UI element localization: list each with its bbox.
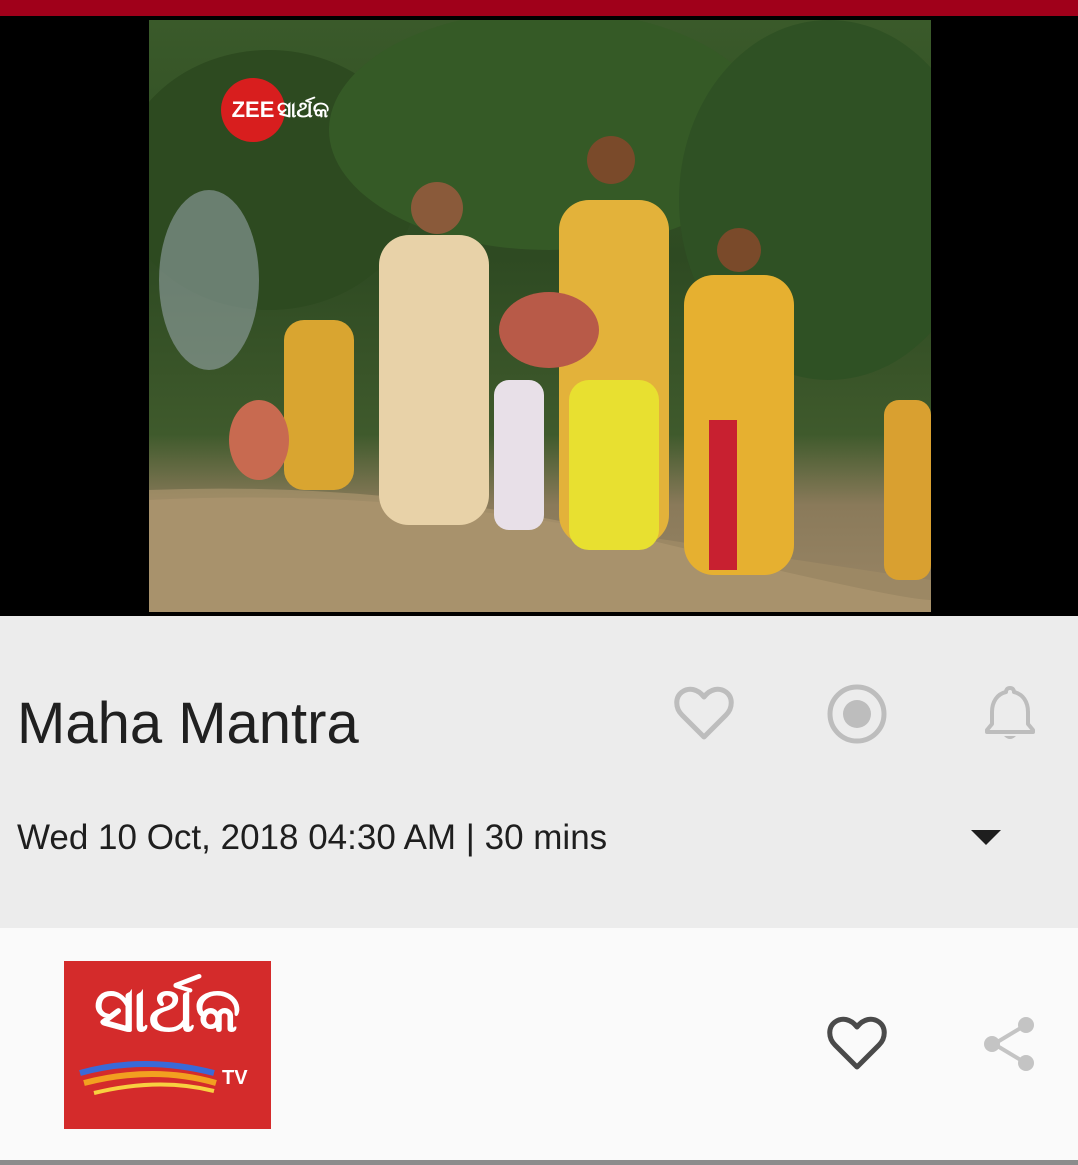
share-icon (984, 1017, 1034, 1071)
status-bar (0, 0, 1078, 16)
program-title: Maha Mantra (17, 691, 359, 756)
caret-down-icon (971, 830, 1001, 845)
program-info-panel (0, 616, 1078, 928)
logo-wave-icon (79, 1061, 217, 1095)
reminder-button[interactable] (978, 682, 1042, 746)
favorite-channel-button[interactable] (825, 1012, 889, 1076)
video-frame[interactable]: ZEE ସାର୍ଥକ (149, 20, 931, 612)
watermark-circle: ZEE (221, 78, 285, 142)
heart-outline-icon (827, 1016, 887, 1070)
watermark-text: ସାର୍ଥକ (277, 97, 330, 122)
channel-logo[interactable]: ସାର୍ଥକ TV (64, 961, 271, 1129)
bell-icon (985, 686, 1035, 739)
share-button[interactable] (978, 1012, 1042, 1076)
record-icon (827, 684, 887, 744)
channel-watermark: ZEE ସାର୍ଥକ (221, 78, 329, 142)
program-schedule: Wed 10 Oct, 2018 04:30 AM | 30 mins (17, 818, 608, 857)
record-button[interactable] (825, 682, 889, 746)
heart-outline-icon (674, 686, 734, 740)
bottom-divider (0, 1160, 1078, 1165)
video-player[interactable]: ZEE ସାର୍ଥକ (0, 16, 1078, 616)
channel-logo-tv: TV (222, 1067, 248, 1089)
favorite-program-button[interactable] (672, 682, 736, 746)
expand-details-button[interactable] (966, 822, 1006, 852)
